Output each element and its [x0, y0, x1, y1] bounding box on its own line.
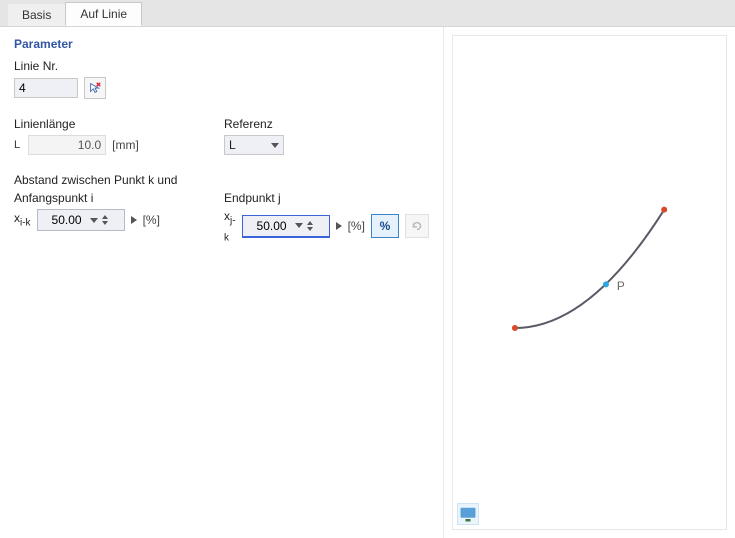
col-j-label: Endpunkt j [224, 191, 429, 205]
xi-k-stepper[interactable] [37, 209, 137, 231]
tab-basis-label: Basis [22, 8, 51, 22]
step-down-icon[interactable] [307, 227, 313, 231]
linie-nr-input[interactable] [14, 78, 78, 98]
step-down-icon[interactable] [102, 221, 108, 225]
distance-header: Abstand zwischen Punkt k und [14, 173, 429, 187]
panel-title: Parameter [14, 37, 429, 51]
chevron-down-icon [271, 143, 279, 148]
linie-nr-label: Linie Nr. [14, 59, 429, 73]
monitor-icon [458, 504, 478, 524]
sym-j: xj-k [224, 209, 236, 244]
parameter-panel: Parameter Linie Nr. Linienlänge L [0, 27, 443, 538]
step-up-icon[interactable] [307, 221, 313, 225]
percent-toggle[interactable]: % [371, 214, 399, 238]
length-unit: [mm] [112, 138, 139, 152]
xj-k-unit: [%] [348, 219, 365, 233]
tab-basis[interactable]: Basis [8, 4, 65, 26]
sym-i: xi-k [14, 211, 31, 228]
view-options-button[interactable] [457, 503, 479, 525]
xi-k-unit: [%] [143, 213, 160, 227]
col-i-label: Anfangspunkt i [14, 191, 184, 205]
length-label: Linienlänge [14, 117, 184, 131]
chevron-down-icon [90, 218, 98, 223]
chevron-down-icon [295, 223, 303, 228]
reference-select[interactable]: L [224, 135, 284, 155]
curve-preview: P [453, 36, 726, 529]
undo-icon [410, 219, 424, 233]
tab-auf-linie-label: Auf Linie [80, 7, 127, 21]
length-value [28, 135, 106, 155]
tab-auf-linie[interactable]: Auf Linie [65, 2, 142, 26]
pick-cursor-icon [88, 81, 102, 95]
reference-value: L [229, 138, 236, 152]
apply-icon[interactable] [131, 216, 137, 224]
reset-button[interactable] [405, 214, 429, 238]
xi-k-input[interactable] [38, 212, 84, 228]
apply-icon[interactable] [336, 222, 342, 230]
tab-bar: Basis Auf Linie [0, 0, 735, 27]
xj-k-stepper[interactable] [242, 215, 342, 238]
preview-area: P [452, 35, 727, 530]
reference-label: Referenz [224, 117, 394, 131]
pick-line-button[interactable] [84, 77, 106, 99]
point-label: P [617, 279, 625, 293]
length-symbol: L [14, 139, 22, 151]
step-up-icon[interactable] [102, 215, 108, 219]
xj-k-input[interactable] [243, 218, 289, 234]
